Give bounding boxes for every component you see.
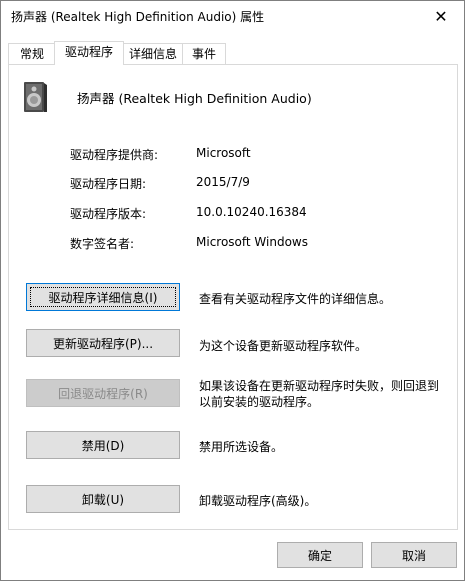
title-bar[interactable]: 扬声器 (Realtek High Definition Audio) 属性 ✕	[1, 1, 464, 31]
update-driver-button-label: 更新驱动程序(P)...	[52, 336, 154, 351]
update-driver-description: 为这个设备更新驱动程序软件。	[199, 339, 368, 353]
driver-tab-panel: 扬声器 (Realtek High Definition Audio) 驱动程序…	[8, 64, 458, 530]
rollback-driver-description: 如果该设备在更新驱动程序时失败，则回退到以前安装的驱动程序。	[199, 379, 440, 409]
driver-details-description: 查看有关驱动程序文件的详细信息。	[199, 292, 392, 306]
date-value: 2015/7/9	[196, 175, 250, 189]
provider-value: Microsoft	[196, 146, 251, 160]
properties-dialog: 扬声器 (Realtek High Definition Audio) 属性 ✕…	[0, 0, 465, 581]
device-name: 扬声器 (Realtek High Definition Audio)	[77, 91, 312, 106]
signer-value: Microsoft Windows	[196, 235, 308, 249]
disable-device-button-label: 禁用(D)	[81, 438, 125, 453]
tab-events[interactable]: 事件	[182, 43, 226, 64]
rollback-driver-button[interactable]: 回退驱动程序(R)	[26, 379, 180, 407]
cancel-button[interactable]: 取消	[371, 542, 457, 568]
update-driver-button[interactable]: 更新驱动程序(P)...	[26, 329, 180, 357]
ok-button[interactable]: 确定	[277, 542, 363, 568]
tab-driver[interactable]: 驱动程序	[54, 41, 124, 65]
tab-general[interactable]: 常规	[8, 43, 56, 64]
uninstall-driver-button-label: 卸载(U)	[81, 492, 125, 507]
close-icon[interactable]: ✕	[418, 1, 464, 31]
provider-label: 驱动程序提供商:	[70, 148, 159, 162]
driver-details-button-label: 驱动程序详细信息(I)	[48, 290, 158, 305]
signer-label: 数字签名者:	[70, 237, 135, 251]
rollback-driver-button-label: 回退驱动程序(R)	[58, 386, 148, 401]
disable-device-button[interactable]: 禁用(D)	[26, 431, 180, 459]
tab-details[interactable]: 详细信息	[122, 43, 184, 64]
disable-device-description: 禁用所选设备。	[199, 440, 284, 454]
version-value: 10.0.10240.16384	[196, 205, 307, 219]
uninstall-driver-description: 卸载驱动程序(高级)。	[199, 494, 317, 508]
version-label: 驱动程序版本:	[70, 207, 147, 221]
speaker-icon	[24, 82, 47, 112]
driver-details-button[interactable]: 驱动程序详细信息(I)	[26, 283, 180, 311]
date-label: 驱动程序日期:	[70, 177, 147, 191]
window-title: 扬声器 (Realtek High Definition Audio) 属性	[11, 10, 265, 24]
uninstall-driver-button[interactable]: 卸载(U)	[26, 485, 180, 513]
